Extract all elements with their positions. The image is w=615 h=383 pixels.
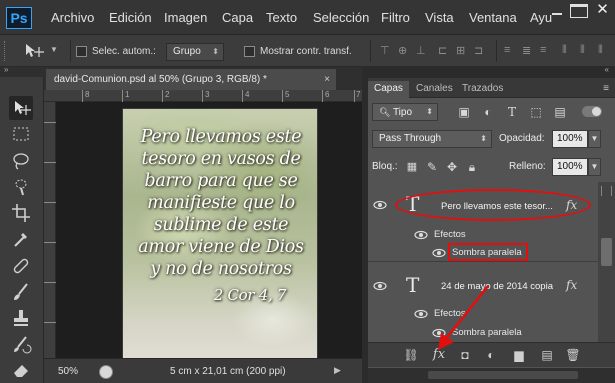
minimize-icon[interactable] — [548, 4, 566, 18]
menu-filtro[interactable]: Filtro — [381, 10, 410, 25]
distribute-hcenter-icon[interactable]: ⦀ — [580, 44, 585, 57]
ruler-label: 8 — [85, 90, 90, 99]
menu-ventana[interactable]: Ventana — [469, 10, 517, 25]
move-tool-icon[interactable] — [9, 96, 33, 120]
align-vcenter-icon[interactable]: ⊕ — [398, 44, 407, 57]
divider — [70, 40, 71, 62]
close-tab-icon[interactable]: × — [324, 69, 330, 90]
chevron-updown-icon: ⬍ — [212, 47, 219, 56]
document-canvas[interactable]: Pero llevamos este tesoro en vasos de ba… — [122, 108, 318, 358]
tools-panel-header: » — [0, 65, 44, 77]
menu-bar: Ps Archivo Edición Imagen Capa Texto Sel… — [0, 0, 615, 35]
status-menu-arrow-icon[interactable]: ▶ — [334, 365, 341, 376]
auto-select-label: Selec. autom.: — [92, 46, 156, 57]
distribute-right-icon[interactable]: ⦀ — [598, 44, 603, 57]
ruler-label: 1 — [125, 90, 130, 99]
menu-imagen[interactable]: Imagen — [164, 10, 207, 25]
ruler-label: 2 — [165, 90, 170, 99]
verse-line: manifieste que lo — [147, 193, 295, 213]
close-window-icon[interactable]: ✕ — [590, 0, 615, 20]
brush-tool-icon[interactable] — [9, 280, 33, 304]
history-brush-tool-icon[interactable] — [9, 332, 33, 356]
ruler-label: 6 — [325, 90, 330, 99]
status-info-icon[interactable] — [99, 365, 113, 379]
document-size-info: 5 cm x 21,01 cm (200 ppi) — [170, 366, 286, 377]
auto-select-target-value: Grupo — [173, 46, 201, 57]
zoom-level[interactable]: 50% — [58, 366, 78, 377]
lasso-tool-icon[interactable] — [9, 149, 33, 173]
options-grip — [4, 41, 8, 61]
menu-archivo[interactable]: Archivo — [51, 10, 94, 25]
menu-texto[interactable]: Texto — [266, 10, 297, 25]
auto-select-target-select[interactable]: Grupo ⬍ — [166, 43, 224, 61]
panel-bottom-scrollbar-thumb[interactable] — [428, 371, 578, 379]
collapse-icon[interactable]: » — [4, 65, 8, 74]
document-tab[interactable]: david-Comunion.psd al 50% (Grupo 3, RGB/… — [46, 69, 336, 90]
collapse-panels-icon[interactable]: « — [605, 65, 609, 74]
menu-capa[interactable]: Capa — [222, 10, 253, 25]
annotation-arrow — [438, 285, 490, 350]
eraser-tool-icon[interactable] — [9, 357, 33, 381]
horizontal-ruler[interactable]: 8 1 2 3 4 5 6 7 — [44, 90, 362, 102]
verse-reference: 2 Cor 4, 7 — [213, 286, 287, 304]
show-transform-label: Mostrar contr. transf. — [260, 46, 352, 57]
verse-line: tesoro en vasos de — [141, 149, 301, 169]
menu-edicion[interactable]: Edición — [109, 10, 152, 25]
marquee-tool-icon[interactable] — [9, 122, 33, 146]
verse-line: sublime de este — [153, 215, 289, 235]
divider — [496, 40, 497, 62]
distribute-left-icon[interactable]: ⦀ — [562, 44, 567, 57]
ruler-label: 5 — [285, 90, 290, 99]
canvas-area[interactable]: Pero llevamos este tesoro en vasos de ba… — [56, 102, 362, 358]
vertical-ruler[interactable] — [44, 102, 56, 358]
crop-tool-icon[interactable] — [9, 201, 33, 225]
align-left-icon[interactable]: ⊏ — [438, 44, 447, 57]
document-tab-bar: david-Comunion.psd al 50% (Grupo 3, RGB/… — [44, 67, 362, 90]
clone-stamp-tool-icon[interactable] — [9, 306, 33, 330]
status-bar: 50% 5 cm x 21,01 cm (200 ppi) ▶ — [44, 358, 362, 383]
menu-vista[interactable]: Vista — [425, 10, 454, 25]
show-transform-checkbox[interactable] — [244, 46, 255, 57]
verse-line: amor viene de Dios — [138, 237, 304, 257]
photoshop-logo: Ps — [6, 7, 32, 29]
distribute-top-icon[interactable]: ≡ — [504, 44, 510, 56]
layers-panel: Capas Canales Trazados ≡ 🔍︎ Tipo ⬍ ▣ ◐ T … — [368, 78, 615, 383]
move-tool-icon[interactable] — [24, 43, 46, 59]
menu-seleccion[interactable]: Selección — [313, 10, 369, 25]
align-right-icon[interactable]: ⊐ — [474, 44, 483, 57]
divider — [370, 40, 371, 62]
document-tab-title: david-Comunion.psd al 50% (Grupo 3, RGB/… — [54, 74, 267, 85]
tools-panel: » — [0, 65, 44, 383]
align-bottom-icon[interactable]: ⊥ — [416, 44, 426, 57]
maximize-icon[interactable] — [570, 4, 588, 18]
verse-text-layer[interactable]: Pero llevamos este tesoro en vasos de ba… — [123, 126, 317, 306]
distribute-bottom-icon[interactable]: ≡ — [540, 44, 546, 56]
ruler-label: 4 — [245, 90, 250, 99]
align-top-icon[interactable]: ⊤ — [380, 44, 390, 57]
panel-bottom-scrollbar[interactable] — [368, 368, 615, 383]
healing-brush-tool-icon[interactable] — [9, 254, 33, 278]
auto-select-checkbox[interactable] — [76, 46, 87, 57]
quick-selection-tool-icon[interactable] — [9, 175, 33, 199]
panel-dock-header: « — [368, 65, 615, 78]
ruler-label: 3 — [205, 90, 210, 99]
verse-line: Pero llevamos este — [140, 127, 302, 147]
verse-line: barro para que se — [144, 171, 298, 191]
align-hcenter-icon[interactable]: ⊞ — [456, 44, 465, 57]
ruler-label: 7 — [356, 90, 361, 99]
options-bar: ▼ Selec. autom.: Grupo ⬍ Mostrar contr. t… — [0, 35, 615, 67]
tool-preset-dropdown-icon[interactable]: ▼ — [50, 45, 58, 54]
distribute-vcenter-icon[interactable]: ≣ — [522, 44, 531, 57]
verse-line: y no de nosotros — [150, 259, 292, 279]
eyedropper-tool-icon[interactable] — [9, 227, 33, 251]
